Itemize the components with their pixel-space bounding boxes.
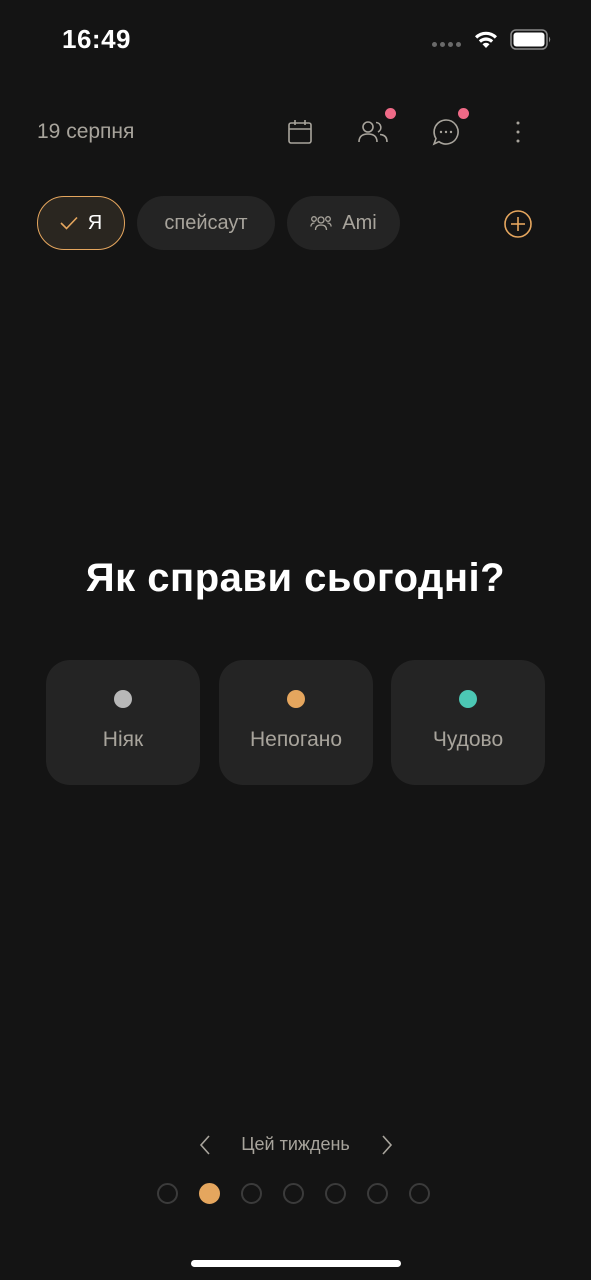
mood-dot-icon [114,690,132,708]
more-icon [516,121,520,143]
signal-icon [432,42,461,47]
plus-circle-icon[interactable] [503,209,533,239]
chevron-right-icon[interactable] [379,1134,395,1156]
profile-chip-label: спейсаут [164,211,248,234]
header-date[interactable]: 19 серпня [37,120,134,144]
profile-chip-spaceout[interactable]: спейсаут [137,196,275,250]
page-dot[interactable] [283,1183,304,1204]
profile-chip-label: Я [87,211,103,234]
mood-option-none[interactable]: Ніяк [46,660,200,785]
page-indicator [157,1183,430,1204]
mood-option-okay[interactable]: Непогано [219,660,373,785]
page-dot[interactable] [367,1183,388,1204]
group-icon [310,216,333,231]
page-dot[interactable] [325,1183,346,1204]
mood-dot-icon [459,690,477,708]
calendar-button[interactable] [282,114,318,150]
mood-label: Чудово [432,728,504,751]
week-navigation: Цей тиждень [0,1130,591,1160]
chat-icon [432,119,459,146]
mood-label: Непогано [249,728,343,751]
profile-chip-me[interactable]: Я [37,196,125,250]
page-dot[interactable] [157,1183,178,1204]
status-time: 16:49 [62,24,131,54]
friends-icon [358,121,388,143]
page-dot[interactable] [241,1183,262,1204]
friends-button[interactable] [355,108,396,150]
more-button[interactable] [500,114,536,150]
profile-chip-label: Ami [342,211,377,234]
page-dot-active[interactable] [199,1183,220,1204]
wifi-icon [475,31,497,48]
mood-dot-icon [287,690,305,708]
check-icon [60,216,78,230]
mood-question: Як справи сьогодні? [85,556,506,600]
battery-icon [510,29,551,50]
week-label: Цей тиждень [241,1134,350,1154]
friends-badge [385,108,396,119]
status-bar: 16:49 [0,0,591,80]
calendar-icon [288,120,312,144]
profile-chip-ami[interactable]: Ami [287,196,400,250]
page-dot[interactable] [409,1183,430,1204]
mood-option-great[interactable]: Чудово [391,660,545,785]
chat-button[interactable] [428,108,469,150]
mood-label: Ніяк [102,728,144,751]
chat-badge [458,108,469,119]
home-indicator[interactable] [191,1260,401,1267]
